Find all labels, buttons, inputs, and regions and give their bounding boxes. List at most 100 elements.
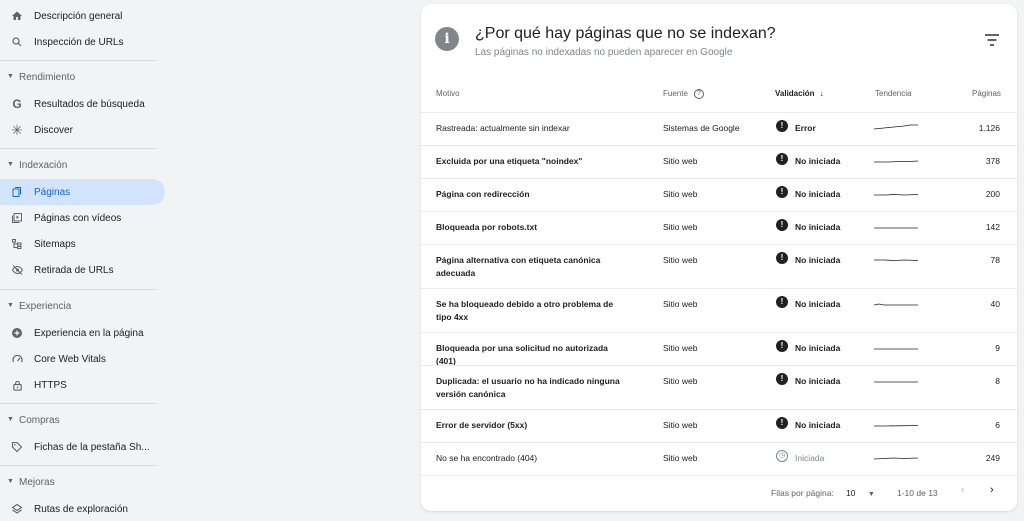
pages-count: 8 <box>995 376 1000 386</box>
pages-count: 40 <box>990 299 1000 309</box>
column-header-validacion[interactable]: Validación ↓ <box>775 89 824 98</box>
error-icon: ! <box>776 340 788 352</box>
trend-line <box>874 303 918 306</box>
eye-off-icon <box>10 263 24 277</box>
trend-sparkline <box>874 124 918 130</box>
sidebar-item-search-results[interactable]: G Resultados de búsqueda <box>0 91 165 117</box>
caret-down-icon: ▼ <box>7 416 14 423</box>
pages-count: 200 <box>985 189 1000 199</box>
filter-icon[interactable] <box>984 34 1000 46</box>
section-indexacion[interactable]: ▼ Indexación <box>0 156 165 176</box>
chevron-left-icon[interactable]: ‹ <box>961 484 965 496</box>
error-icon: ! <box>776 373 788 385</box>
pages-count: 378 <box>985 156 1000 166</box>
reason-cell: Excluida por una etiqueta "noindex" <box>436 156 583 166</box>
trend-line <box>874 160 918 163</box>
divider <box>0 465 157 466</box>
source-cell: Sitio web <box>663 376 698 386</box>
sidebar: Descripción general Inspección de URLs ▼… <box>0 0 165 521</box>
validation-status: Error <box>795 123 816 133</box>
column-header-tendencia: Tendencia <box>875 89 912 98</box>
dropdown-arrow-icon: ▼ <box>867 491 875 498</box>
file-copy-icon <box>10 185 24 199</box>
validation-status: No iniciada <box>795 156 841 166</box>
section-experiencia[interactable]: ▼ Experiencia <box>0 297 165 317</box>
google-g-icon: G <box>12 97 22 111</box>
trend-sparkline <box>874 227 918 229</box>
trend-sparkline <box>874 457 918 460</box>
trend-sparkline <box>874 348 918 350</box>
divider <box>0 403 157 404</box>
tag-icon <box>10 440 24 454</box>
reason-cell: Página alternativa con etiqueta canónica… <box>436 255 601 278</box>
video-file-icon <box>10 211 24 225</box>
sidebar-item-page-experience[interactable]: Experiencia en la página <box>0 320 165 346</box>
caret-down-icon: ▼ <box>7 161 14 168</box>
pages-count: 142 <box>985 222 1000 232</box>
sidebar-item-label: Descripción general <box>34 11 123 22</box>
search-icon <box>10 35 24 49</box>
reason-cell: Rastreada: actualmente sin indexar <box>436 123 570 133</box>
help-icon[interactable]: ? <box>693 89 704 99</box>
section-rendimiento[interactable]: ▼ Rendimiento <box>0 68 165 88</box>
divider <box>0 60 157 61</box>
trend-line <box>874 124 918 130</box>
pages-count: 1.126 <box>978 123 1000 133</box>
reason-cell: Página con redirección <box>436 189 530 199</box>
info-icon: i <box>435 27 459 51</box>
card-title: ¿Por qué hay páginas que no se indexan? <box>475 25 776 42</box>
error-icon: ! <box>776 417 788 429</box>
column-header-motivo[interactable]: Motivo <box>436 89 460 98</box>
section-mejoras[interactable]: ▼ Mejoras <box>0 473 165 493</box>
layers-icon <box>10 502 24 516</box>
error-icon: ! <box>776 252 788 264</box>
chevron-right-icon[interactable]: › <box>990 484 994 496</box>
sidebar-item-discover[interactable]: ✳ Discover <box>0 117 165 143</box>
rows-per-page-label: Filas por página: <box>771 488 834 498</box>
column-header-fuente[interactable]: Fuente? <box>663 89 704 99</box>
trend-sparkline <box>874 259 918 261</box>
sidebar-item-https[interactable]: HTTPS <box>0 372 165 398</box>
asterisk-icon: ✳ <box>11 122 23 138</box>
sidebar-item-pages[interactable]: Páginas <box>0 179 165 205</box>
sidebar-item-sitemaps[interactable]: Sitemaps <box>0 231 165 257</box>
validation-status: No iniciada <box>795 255 841 265</box>
divider <box>0 148 157 149</box>
trend-sparkline <box>874 194 918 196</box>
sidebar-item-breadcrumbs[interactable]: Rutas de exploración <box>0 496 165 521</box>
validation-status: No iniciada <box>795 376 841 386</box>
trend-line <box>874 425 918 427</box>
pages-count: 9 <box>995 343 1000 353</box>
lock-icon <box>10 378 24 392</box>
trend-sparkline <box>874 160 918 163</box>
error-icon: ! <box>776 296 788 308</box>
pages-count: 78 <box>990 255 1000 265</box>
reason-cell: Se ha bloqueado debido a otro problema d… <box>436 299 614 322</box>
validation-status: No iniciada <box>795 299 841 309</box>
validation-status: No iniciada <box>795 189 841 199</box>
source-cell: Sitio web <box>663 222 698 232</box>
sidebar-item-video-pages[interactable]: Páginas con vídeos <box>0 205 165 231</box>
section-compras[interactable]: ▼ Compras <box>0 411 165 431</box>
arrow-down-icon: ↓ <box>819 89 824 98</box>
column-header-paginas[interactable]: Páginas <box>972 89 1001 98</box>
sitemap-icon <box>10 237 24 251</box>
source-cell: Sitio web <box>663 156 698 166</box>
rows-per-page-select[interactable]: 10 ▼ <box>846 488 875 498</box>
sidebar-item-url-inspection[interactable]: Inspección de URLs <box>0 29 165 55</box>
source-cell: Sistemas de Google <box>663 123 740 133</box>
non-indexed-pages-card: i ¿Por qué hay páginas que no se indexan… <box>421 4 1017 511</box>
error-icon: ! <box>776 186 788 198</box>
trend-line <box>874 194 918 196</box>
home-icon <box>10 9 24 23</box>
sidebar-item-core-web-vitals[interactable]: Core Web Vitals <box>0 346 165 372</box>
caret-down-icon: ▼ <box>7 302 14 309</box>
sidebar-item-overview[interactable]: Descripción general <box>0 3 165 29</box>
pagination-range: 1-10 de 13 <box>897 488 938 498</box>
validation-status: No iniciada <box>795 222 841 232</box>
sidebar-item-shopping-listings[interactable]: Fichas de la pestaña Sh... <box>0 434 165 460</box>
card-subtitle: Las páginas no indexadas no pueden apare… <box>475 47 733 58</box>
clock-icon: ◷ <box>776 450 788 462</box>
source-cell: Sitio web <box>663 420 698 430</box>
sidebar-item-url-removal[interactable]: Retirada de URLs <box>0 257 165 283</box>
